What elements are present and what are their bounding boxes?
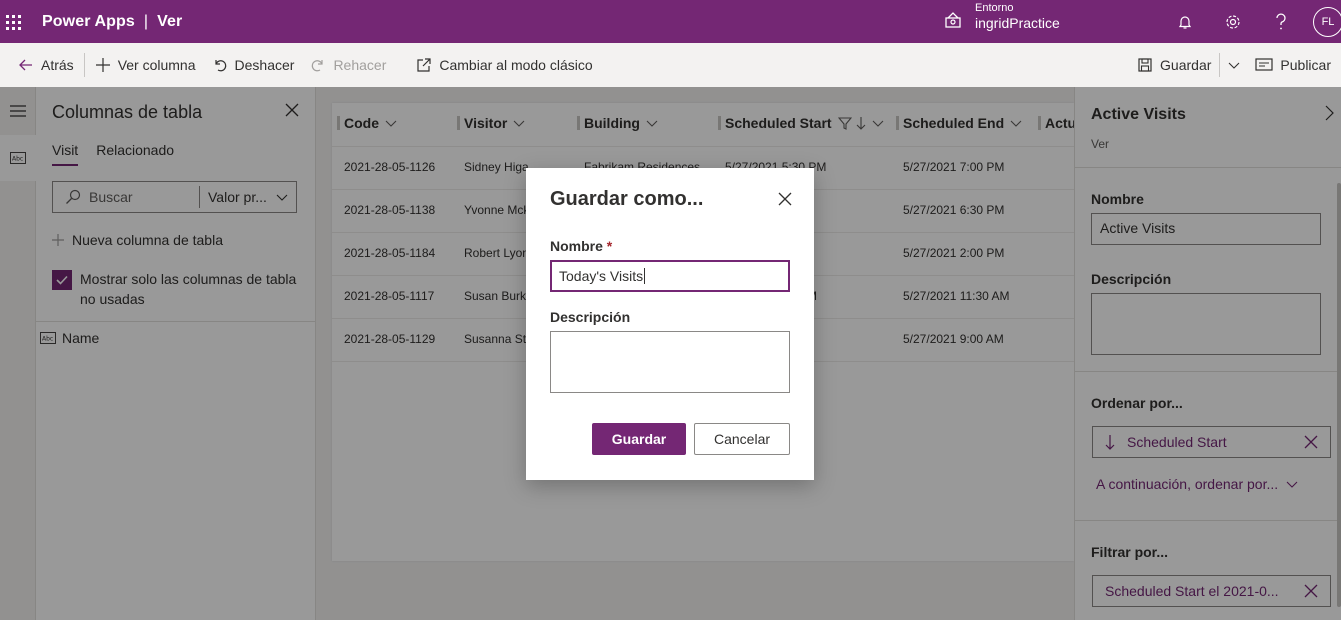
publish-icon <box>1255 58 1274 71</box>
command-bar: Atrás Ver columna Deshacer Rehacer Cambi… <box>0 43 1341 87</box>
close-icon[interactable] <box>778 192 792 209</box>
undo-icon <box>214 60 226 72</box>
classic-mode-label: Cambiar al modo clásico <box>439 57 593 73</box>
settings-gear-icon[interactable] <box>1209 0 1257 43</box>
publish-button[interactable]: Publicar <box>1255 43 1331 87</box>
environment-icon <box>945 11 961 28</box>
save-icon <box>1138 58 1152 72</box>
app-launcher-icon[interactable] <box>2 11 24 33</box>
name-label-text: Nombre <box>550 238 603 254</box>
plus-icon <box>95 58 110 72</box>
save-divider <box>1219 53 1221 77</box>
view-column-label: Ver columna <box>117 57 196 73</box>
top-bar: Power Apps | Ver Entorno ingridPractice FL <box>0 0 1341 43</box>
page-name: Ver <box>157 12 183 30</box>
dialog-name-value: Today's Visits <box>559 268 644 284</box>
title-separator: | <box>143 12 149 30</box>
publish-label: Publicar <box>1280 57 1331 73</box>
help-icon[interactable] <box>1257 0 1305 43</box>
open-external-icon <box>417 58 431 72</box>
view-column-button[interactable]: Ver columna <box>95 43 196 87</box>
dialog-save-button[interactable]: Guardar <box>592 423 686 455</box>
app-name[interactable]: Power Apps <box>42 13 135 30</box>
redo-label: Rehacer <box>333 57 387 73</box>
user-avatar[interactable]: FL <box>1313 6 1341 37</box>
dialog-description-input[interactable] <box>550 331 790 393</box>
dialog-description-label: Descripción <box>550 309 631 325</box>
command-divider <box>83 53 85 77</box>
back-button[interactable]: Atrás <box>18 43 74 87</box>
text-caret <box>644 268 646 284</box>
dialog-name-label: Nombre * <box>550 238 612 254</box>
save-button[interactable]: Guardar <box>1137 43 1211 87</box>
redo-button[interactable]: Rehacer <box>310 43 386 87</box>
arrow-left-icon <box>19 59 32 71</box>
app-title: Power Apps | Ver <box>42 13 182 31</box>
chevron-down-icon <box>1229 62 1240 69</box>
required-marker: * <box>606 238 613 254</box>
dialog-cancel-button[interactable]: Cancelar <box>694 423 790 455</box>
save-label: Guardar <box>1160 57 1212 73</box>
save-options-chevron[interactable] <box>1228 43 1247 87</box>
back-label: Atrás <box>41 57 74 73</box>
redo-icon <box>312 60 324 72</box>
save-as-dialog: Guardar como... Nombre * Today's Visits … <box>526 168 814 480</box>
environment-label: Entorno <box>975 2 1014 14</box>
classic-mode-button[interactable]: Cambiar al modo clásico <box>416 43 593 87</box>
environment-picker[interactable]: Entorno ingridPractice <box>943 2 1060 31</box>
dialog-name-input[interactable]: Today's Visits <box>550 260 790 292</box>
dialog-title: Guardar como... <box>550 188 704 210</box>
undo-label: Deshacer <box>234 57 295 73</box>
notifications-icon[interactable] <box>1161 0 1209 43</box>
environment-name: ingridPractice <box>975 15 1060 32</box>
undo-button[interactable]: Deshacer <box>212 43 295 87</box>
